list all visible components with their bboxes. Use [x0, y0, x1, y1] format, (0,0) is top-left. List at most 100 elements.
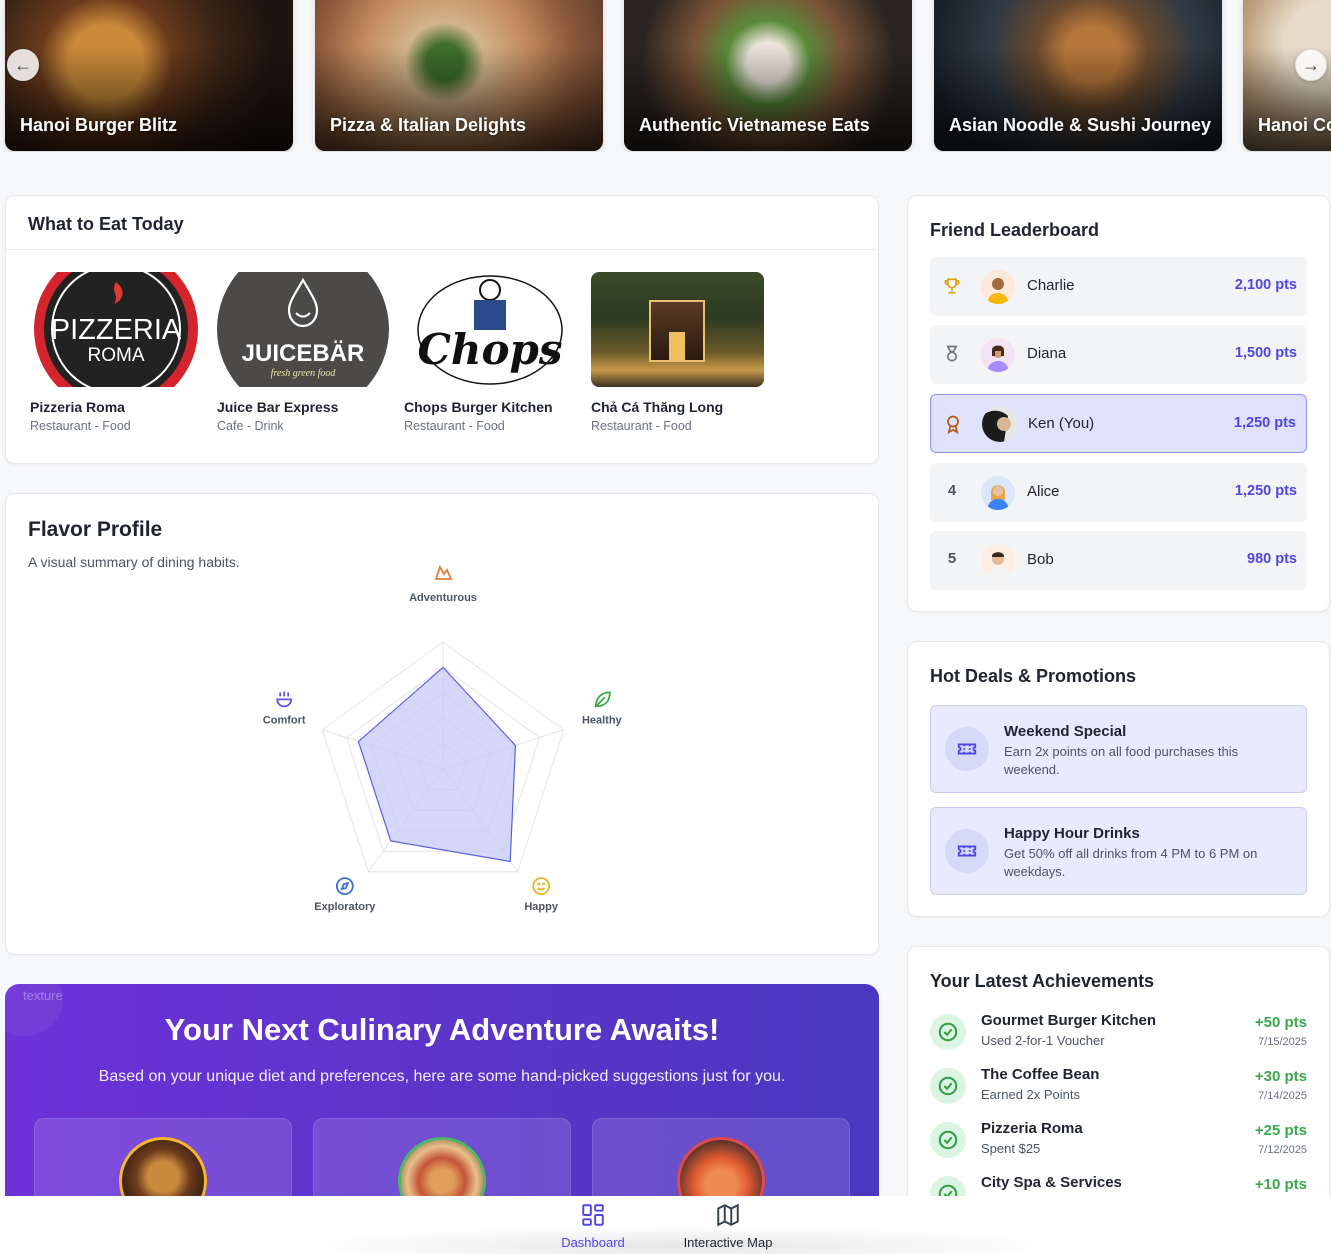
- carousel-card-title: Pizza & Italian Delights: [330, 115, 527, 135]
- logo-text: PIZZERIA: [51, 314, 182, 346]
- compass-icon: [335, 877, 354, 896]
- carousel-card-title: Asian Noodle & Sushi Journey: [949, 115, 1212, 135]
- trophy-icon: [942, 276, 962, 300]
- avatar: [981, 338, 1015, 372]
- deal-description: Earn 2x points on all food purchases thi…: [1004, 744, 1239, 777]
- juice-bar-logo: JUICEBÄR fresh green food: [217, 272, 390, 387]
- achievement-name: City Spa & Services: [981, 1174, 1122, 1191]
- radar-axis-label: Adventurous: [409, 592, 477, 604]
- deal-card[interactable]: Happy Hour Drinks Get 50% off all drinks…: [930, 807, 1307, 895]
- achievement-name: Pizzeria Roma: [981, 1120, 1083, 1137]
- achievement-points: +30 pts: [1254, 1068, 1307, 1085]
- leaderboard-row[interactable]: Diana 1,500 pts: [930, 325, 1307, 384]
- carousel-card[interactable]: Hanoi Burger Blitz: [5, 0, 293, 151]
- radar-axis-label: Happy: [524, 901, 559, 913]
- check-circle-icon: [930, 1122, 966, 1158]
- player-name: Bob: [1027, 551, 1054, 568]
- carousel-card[interactable]: Authentic Vietnamese Eats: [624, 0, 912, 151]
- avatar: [982, 406, 1018, 442]
- player-name: Diana: [1027, 345, 1067, 362]
- achievement-detail: Used 2-for-1 Voucher: [981, 1033, 1105, 1048]
- radar-axis-label: Healthy: [582, 714, 623, 726]
- leaderboard-row-current-user[interactable]: Ken (You) 1,250 pts: [930, 394, 1307, 453]
- achievement-points: +10 pts: [1254, 1176, 1307, 1193]
- venue-category: Restaurant - Food: [404, 419, 505, 433]
- achievement-points: +25 pts: [1254, 1122, 1307, 1139]
- player-points: 1,250 pts: [1233, 415, 1296, 431]
- venue-name: Pizzeria Roma: [30, 399, 125, 415]
- achievement-points: +50 pts: [1254, 1014, 1307, 1031]
- venue-card[interactable]: Chả Cá Thăng Long Restaurant - Food: [591, 272, 766, 433]
- achievement-item: Gourmet Burger Kitchen Used 2-for-1 Vouc…: [930, 1012, 1307, 1058]
- leaderboard-row[interactable]: 5 Bob 980 pts: [930, 531, 1307, 590]
- deal-card[interactable]: Weekend Special Earn 2x points on all fo…: [930, 705, 1307, 793]
- achievement-name: The Coffee Bean: [981, 1066, 1100, 1083]
- featured-carousel: Hanoi Burger Blitz Pizza & Italian Delig…: [0, 0, 1331, 152]
- nav-dashboard[interactable]: Dashboard: [533, 1202, 653, 1250]
- panel-title: Friend Leaderboard: [930, 220, 1100, 240]
- achievement-date: 7/12/2025: [1258, 1144, 1307, 1156]
- venue-card[interactable]: Chops Chops Burger Kitchen Restaurant - …: [404, 272, 579, 433]
- flavor-profile-panel: Flavor Profile A visual summary of dinin…: [5, 493, 879, 955]
- pizzeria-roma-logo: PIZZERIA ROMA: [30, 272, 203, 387]
- player-points: 1,250 pts: [1234, 483, 1297, 499]
- mountain-icon: [434, 564, 453, 580]
- nav-interactive-map[interactable]: Interactive Map: [668, 1202, 788, 1250]
- deals-panel: Hot Deals & Promotions Weekend Special E…: [907, 641, 1330, 917]
- achievement-detail: Spent $25: [981, 1141, 1041, 1156]
- medal-icon: [942, 344, 962, 368]
- carousel-card[interactable]: Asian Noodle & Sushi Journey: [934, 0, 1222, 151]
- rank-number: 4: [947, 482, 957, 499]
- radar-data-area: [357, 666, 517, 863]
- award-icon: [943, 414, 963, 438]
- leaderboard-row[interactable]: 4 Alice 1,250 pts: [930, 463, 1307, 522]
- venue-name: Chops Burger Kitchen: [404, 399, 553, 415]
- check-circle-icon: [930, 1014, 966, 1050]
- player-points: 980 pts: [1247, 551, 1297, 567]
- flavor-radar-chart: Adventurous Healthy Happy Exploratory Comfor…: [263, 564, 623, 913]
- carousel-card-title: Authentic Vietnamese Eats: [639, 115, 870, 135]
- venue-card[interactable]: JUICEBÄR fresh green food Juice Bar Expr…: [217, 272, 392, 433]
- carousel-card[interactable]: Pizza & Italian Delights: [315, 0, 603, 151]
- texture-label: texture: [23, 988, 63, 1003]
- what-to-eat-panel: What to Eat Today PIZZERIA ROMA Pizzeria…: [5, 195, 879, 464]
- achievement-item: Pizzeria Roma Spent $25 +25 pts 7/12/202…: [930, 1120, 1307, 1166]
- bowl-icon: [276, 691, 293, 708]
- bottom-navigation: Dashboard Interactive Map: [0, 1196, 1331, 1254]
- panel-title: Hot Deals & Promotions: [930, 666, 1137, 686]
- panel-title: Your Latest Achievements: [930, 971, 1155, 991]
- culinary-adventure-banner: texture Your Next Culinary Adventure Awa…: [5, 984, 879, 1214]
- deal-name: Weekend Special: [1004, 723, 1127, 740]
- deal-name: Happy Hour Drinks: [1004, 825, 1140, 842]
- player-points: 1,500 pts: [1234, 345, 1297, 361]
- avatar: [981, 544, 1015, 578]
- arrow-left-icon: ←: [14, 54, 32, 75]
- carousel-next-button[interactable]: →: [1295, 49, 1327, 81]
- carousel-card-title: Hanoi Burger Blitz: [20, 115, 178, 135]
- chops-logo: Chops: [404, 272, 577, 387]
- radar-axis-label: Comfort: [263, 714, 306, 726]
- deal-description: Get 50% off all drinks from 4 PM to 6 PM…: [1004, 846, 1258, 879]
- map-icon: [715, 1203, 741, 1232]
- avatar: [981, 476, 1015, 510]
- rank-number: 5: [947, 550, 957, 567]
- ticket-icon: [945, 829, 989, 873]
- smile-icon: [532, 877, 551, 896]
- achievement-item: The Coffee Bean Earned 2x Points +30 pts…: [930, 1066, 1307, 1112]
- achievement-detail: Earned 2x Points: [981, 1087, 1081, 1102]
- logo-text: fresh green food: [271, 368, 337, 379]
- avatar: [981, 270, 1015, 304]
- carousel-prev-button[interactable]: ←: [7, 49, 39, 81]
- leaderboard-row[interactable]: Charlie 2,100 pts: [930, 257, 1307, 316]
- player-points: 2,100 pts: [1234, 277, 1297, 293]
- achievement-date: 7/15/2025: [1258, 1036, 1307, 1048]
- restaurant-photo: [591, 272, 764, 387]
- logo-text: Chops: [418, 325, 563, 374]
- player-name: Alice: [1027, 483, 1060, 500]
- venue-category: Cafe - Drink: [217, 419, 284, 433]
- banner-title: Your Next Culinary Adventure Awaits!: [164, 1012, 720, 1047]
- leaf-icon: [594, 691, 611, 708]
- venue-name: Chả Cá Thăng Long: [591, 399, 724, 415]
- radar-axis-label: Exploratory: [314, 901, 376, 913]
- venue-card[interactable]: PIZZERIA ROMA Pizzeria Roma Restaurant -…: [30, 272, 205, 433]
